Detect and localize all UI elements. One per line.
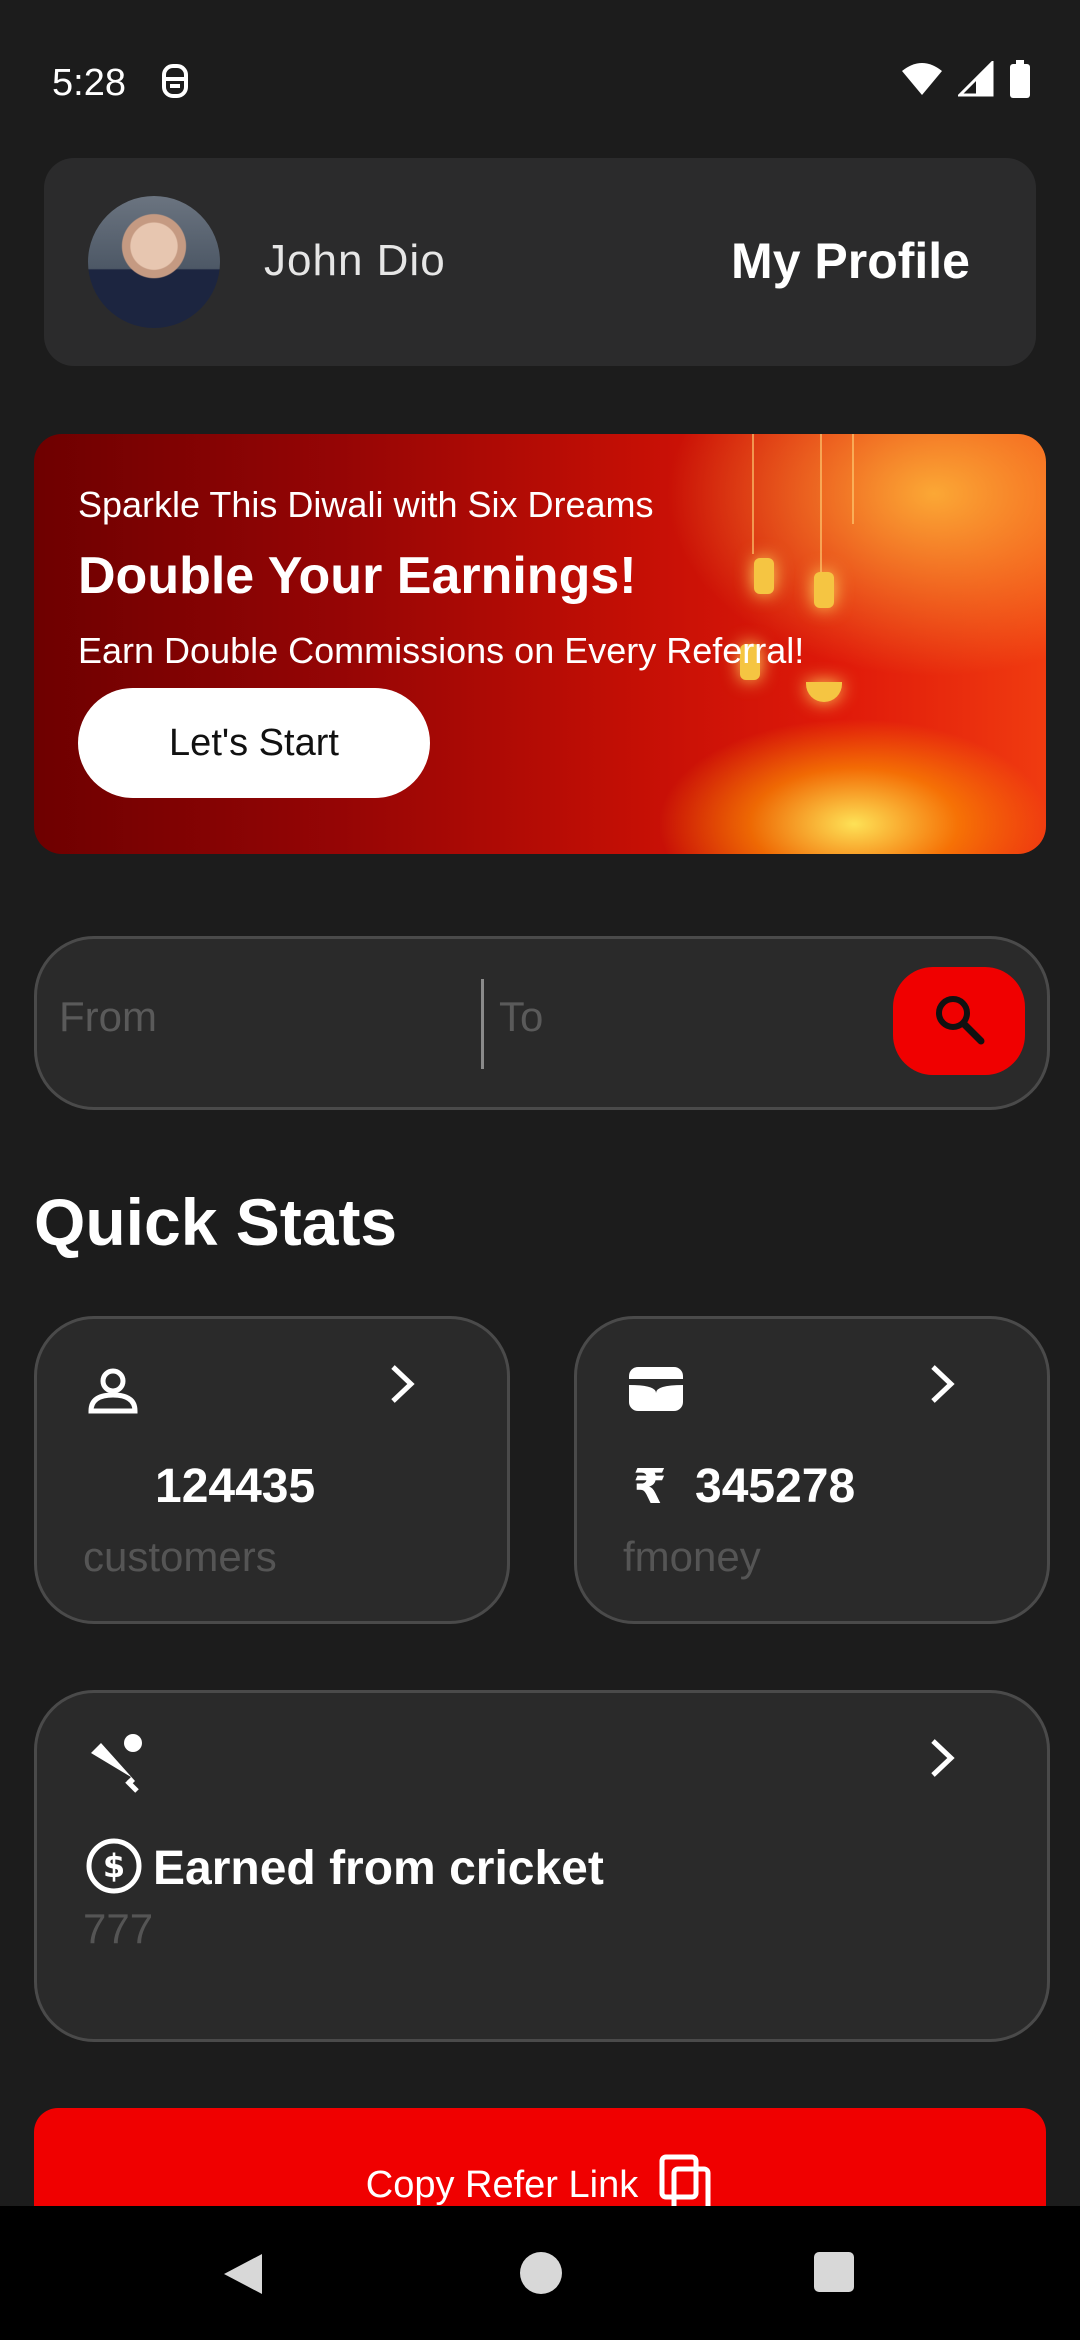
cricket-value: 777 [83, 1905, 154, 1952]
notification-icon [160, 62, 190, 105]
banner-subtitle: Earn Double Commissions on Every Referra… [78, 630, 805, 671]
chevron-right-icon[interactable] [387, 1363, 417, 1410]
recents-icon[interactable] [812, 2250, 856, 2299]
wifi-icon [900, 61, 944, 102]
wallet-icon [627, 1365, 685, 1418]
my-profile-link[interactable]: My Profile [731, 232, 970, 290]
dollar-circle-icon: $ [85, 1837, 143, 1900]
search-button[interactable] [893, 967, 1025, 1075]
search-icon [933, 993, 985, 1050]
customers-value: 124435 [155, 1460, 316, 1513]
cricket-card[interactable]: $ Earned from cricket 777 [34, 1690, 1050, 2042]
money-currency: ₹ [633, 1461, 667, 1514]
lets-start-button[interactable]: Let's Start [78, 688, 430, 798]
lantern-icon [754, 558, 774, 594]
profile-name: John Dio [264, 236, 446, 285]
cricket-title: Earned from cricket [153, 1842, 604, 1895]
section-title: Quick Stats [34, 1185, 398, 1259]
banner-title: Double Your Earnings! [78, 547, 637, 605]
person-icon [87, 1365, 139, 1422]
to-field[interactable]: To [499, 993, 543, 1041]
status-bar: 5:28 [0, 0, 1080, 160]
profile-card[interactable]: John Dio My Profile [44, 158, 1036, 366]
customers-card[interactable]: 124435 customers [34, 1316, 510, 1624]
copy-refer-link-button[interactable]: Copy Refer Link [34, 2108, 1046, 2218]
cricket-icon [87, 1733, 147, 1798]
promo-banner: Sparkle This Diwali with Six Dreams Doub… [34, 434, 1046, 854]
chevron-right-icon[interactable] [927, 1363, 957, 1410]
system-navigation-bar [0, 2206, 1080, 2340]
battery-icon [1008, 60, 1032, 103]
lantern-icon [814, 572, 834, 608]
field-divider [481, 979, 484, 1069]
diya-icon [806, 682, 842, 702]
back-icon[interactable] [220, 2250, 266, 2303]
cta-label: Copy Refer Link [365, 2164, 639, 2206]
signal-icon [956, 59, 994, 102]
money-label: fmoney [623, 1533, 761, 1580]
avatar [88, 196, 220, 328]
money-value: 345278 [695, 1460, 856, 1513]
banner-eyebrow: Sparkle This Diwali with Six Dreams [78, 484, 654, 525]
from-field[interactable]: From [59, 993, 157, 1041]
svg-text:$: $ [103, 1847, 125, 1885]
date-range-search: From To [34, 936, 1050, 1110]
status-time: 5:28 [52, 62, 126, 104]
home-icon[interactable] [518, 2250, 564, 2301]
chevron-right-icon[interactable] [927, 1737, 957, 1784]
money-card[interactable]: ₹ 345278 fmoney [574, 1316, 1050, 1624]
cricket-title-row: $ Earned from cricket [85, 1837, 604, 1900]
customers-label: customers [83, 1533, 277, 1580]
